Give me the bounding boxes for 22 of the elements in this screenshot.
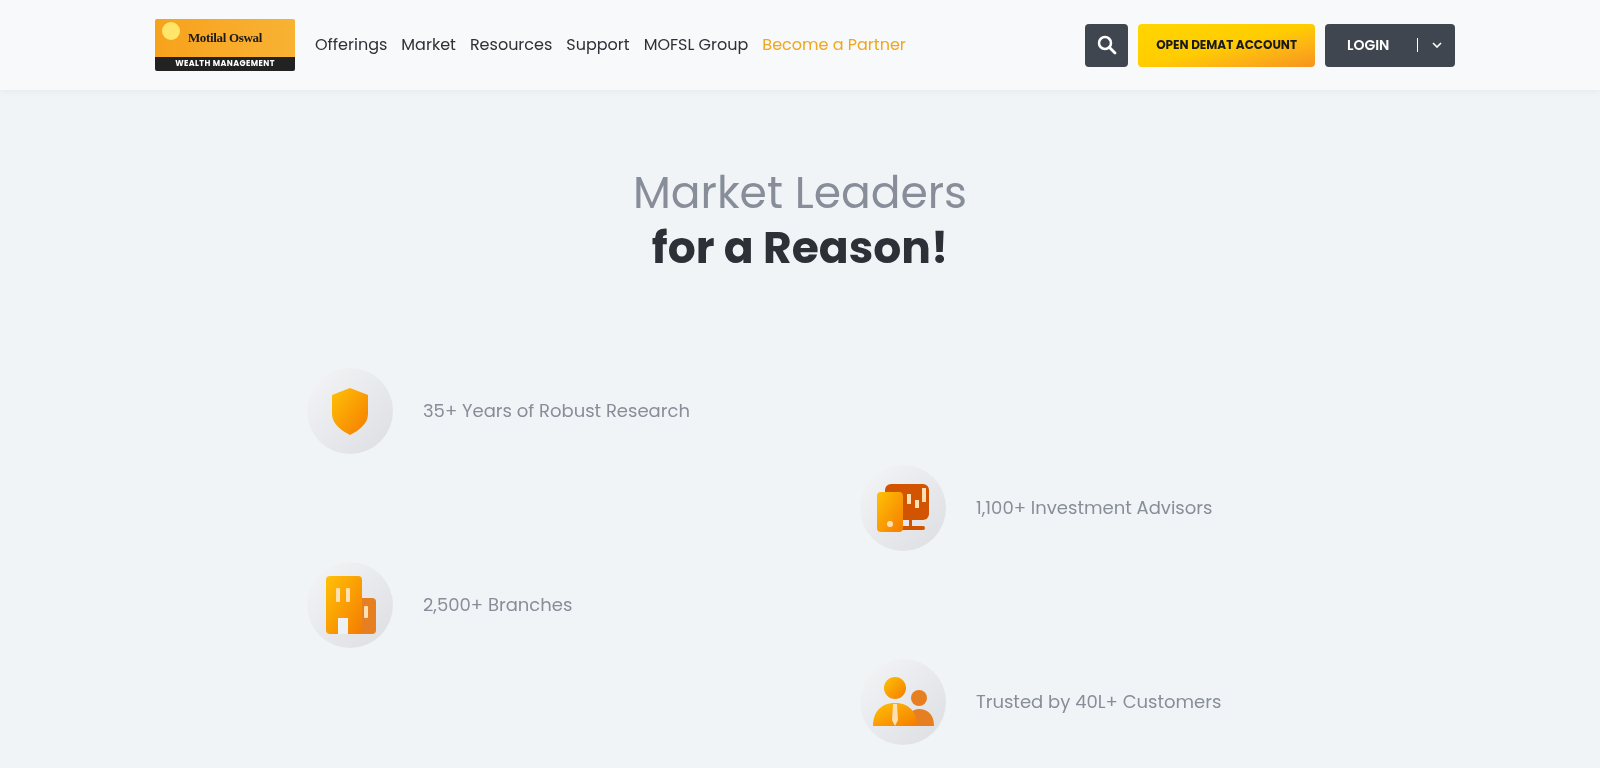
stat-label: 35+ Years of Robust Research (423, 397, 690, 424)
logo-name: Motilal Oswal (187, 29, 263, 48)
nav-link[interactable]: Offerings (315, 33, 388, 57)
shield-icon (330, 385, 370, 436)
section-title: Market Leaders (632, 166, 968, 220)
nav-link[interactable]: MOFSL Group (643, 33, 749, 57)
stat-label: Trusted by 40L+ Customers (976, 688, 1222, 715)
stat-label: 1,100+ Investment Advisors (976, 494, 1213, 521)
section-subtitle: for a Reason! (651, 220, 949, 276)
sun-icon (161, 21, 181, 41)
people-icon (871, 675, 935, 728)
login-button[interactable]: LOGIN (1325, 23, 1455, 67)
stat-label: 2,500+ Branches (423, 591, 573, 618)
chevron-down-icon (1432, 42, 1442, 48)
open-account-button[interactable]: OPEN DEMAT ACCOUNT (1138, 23, 1315, 67)
desktop-chart-icon (875, 481, 931, 534)
nav-link[interactable]: Support (566, 33, 630, 57)
nav-link[interactable]: Resources (469, 33, 553, 57)
logo-tagline: WEALTH MANAGEMENT (155, 57, 295, 71)
search-button[interactable] (1085, 23, 1129, 67)
search-icon (1096, 35, 1117, 55)
nav-link[interactable]: Market (401, 33, 456, 57)
